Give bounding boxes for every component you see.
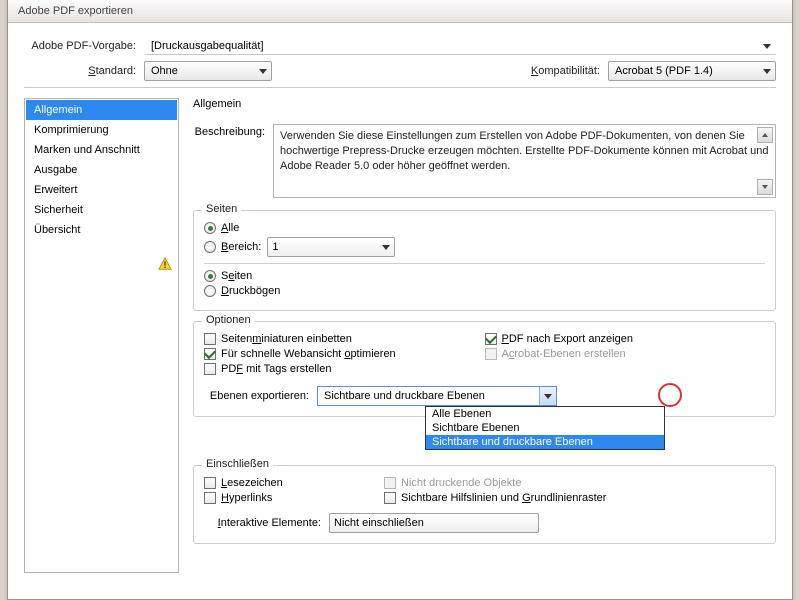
pages-range-radio[interactable] <box>204 241 216 253</box>
scroll-up-button[interactable] <box>757 127 773 143</box>
exportlayers-option-visible-printable[interactable]: Sichtbare und druckbare Ebenen <box>426 435 664 449</box>
triangle-up-icon <box>762 133 768 137</box>
include-group: Einschließen Lesezeichen Hyperlinks Nich… <box>193 465 776 544</box>
hyperlinks-label: Hyperlinks <box>221 492 272 504</box>
standard-value: Ohne <box>151 65 178 77</box>
tagged-label: PDF mit Tags erstellen <box>221 363 331 375</box>
options-group: Optionen Seitenminiaturen einbetten Für … <box>193 321 776 417</box>
general-panel: Allgemein Beschreibung: Verwenden Sie di… <box>193 98 776 573</box>
pages-range-label: Bereich: <box>221 241 261 253</box>
guides-checkbox[interactable] <box>384 492 396 504</box>
interactive-value: Nicht einschließen <box>334 517 424 529</box>
preset-value: [Druckausgabequalität] <box>151 40 264 52</box>
fastweb-label: Für schnelle Webansicht optimieren <box>221 348 396 360</box>
panel-heading: Allgemein <box>193 98 776 110</box>
description-label: Beschreibung: <box>193 124 273 198</box>
standard-select[interactable]: Ohne <box>144 61 272 81</box>
exportlayers-select[interactable]: Sichtbare und druckbare Ebenen <box>317 386 557 406</box>
annotation-circle <box>658 383 682 407</box>
export-pdf-dialog: Adobe PDF exportieren Adobe PDF-Vorgabe:… <box>7 0 793 600</box>
interactive-label: Interaktive Elemente: <box>204 517 329 529</box>
chevron-down-icon <box>763 44 771 49</box>
description-scrollbar[interactable] <box>757 127 773 195</box>
sidebar-item-advanced[interactable]: Erweitert <box>26 180 177 200</box>
viewafter-checkbox[interactable] <box>485 333 497 345</box>
pages-pages-radio[interactable] <box>204 270 216 282</box>
thumbs-checkbox[interactable] <box>204 333 216 345</box>
pages-group-title: Seiten <box>202 203 241 215</box>
description-textarea[interactable]: Verwenden Sie diese Einstellungen zum Er… <box>273 124 776 198</box>
acrobatlayers-checkbox <box>485 348 497 360</box>
category-sidebar: Allgemein Komprimierung Marken und Ansch… <box>24 98 179 573</box>
acrobatlayers-label: Acrobat-Ebenen erstellen <box>502 348 626 360</box>
triangle-down-icon <box>762 185 768 189</box>
bookmarks-checkbox[interactable] <box>204 477 216 489</box>
chevron-down-icon <box>544 394 552 399</box>
pages-pages-label: Seiten <box>221 270 252 282</box>
pages-range-input[interactable]: 1 <box>267 237 395 257</box>
preset-select[interactable]: [Druckausgabequalität] <box>144 37 776 55</box>
nonprinting-label: Nicht druckende Objekte <box>401 477 521 489</box>
exportlayers-label: Ebenen exportieren: <box>204 390 317 402</box>
pages-all-radio[interactable] <box>204 222 216 234</box>
viewafter-label: PDF nach Export anzeigen <box>502 333 633 345</box>
bookmarks-label: Lesezeichen <box>221 477 283 489</box>
chevron-down-icon <box>763 69 771 74</box>
exportlayers-option-visible[interactable]: Sichtbare Ebenen <box>426 421 664 435</box>
thumbs-label: Seitenminiaturen einbetten <box>221 333 352 345</box>
sidebar-item-security[interactable]: Sicherheit <box>26 200 177 220</box>
standard-label: Standard: <box>24 65 144 77</box>
compat-label: Kompatibilität: <box>531 65 608 77</box>
exportlayers-value: Sichtbare und druckbare Ebenen <box>324 390 485 402</box>
scroll-down-button[interactable] <box>757 179 773 195</box>
include-group-title: Einschließen <box>202 458 273 470</box>
chevron-down-icon <box>382 245 390 250</box>
warning-icon <box>158 257 172 271</box>
pages-spreads-label: Druckbögen <box>221 285 280 297</box>
description-text: Verwenden Sie diese Einstellungen zum Er… <box>280 130 769 172</box>
compat-select[interactable]: Acrobat 5 (PDF 1.4) <box>608 61 776 81</box>
window-title: Adobe PDF exportieren <box>18 5 133 17</box>
guides-label: Sichtbare Hilfslinien und Grundlinienras… <box>401 492 606 504</box>
chevron-down-icon <box>259 69 267 74</box>
pages-all-label: Alle <box>221 222 239 234</box>
window-titlebar: Adobe PDF exportieren <box>8 0 792 23</box>
sidebar-item-marks[interactable]: Marken und Anschnitt <box>26 140 177 160</box>
fastweb-checkbox[interactable] <box>204 348 216 360</box>
pages-spreads-radio[interactable] <box>204 285 216 297</box>
pages-range-value: 1 <box>272 241 278 253</box>
preset-label: Adobe PDF-Vorgabe: <box>24 40 144 52</box>
options-group-title: Optionen <box>202 314 255 326</box>
nonprinting-checkbox <box>384 477 396 489</box>
exportlayers-dropdown-list: Alle Ebenen Sichtbare Ebenen Sichtbare u… <box>425 406 665 450</box>
exportlayers-dropdown-button[interactable] <box>539 387 556 405</box>
compat-value: Acrobat 5 (PDF 1.4) <box>615 65 713 77</box>
sidebar-item-compression[interactable]: Komprimierung <box>26 120 177 140</box>
sidebar-item-summary[interactable]: Übersicht <box>26 220 177 240</box>
sidebar-item-output[interactable]: Ausgabe <box>26 160 177 180</box>
hyperlinks-checkbox[interactable] <box>204 492 216 504</box>
tagged-checkbox[interactable] <box>204 363 216 375</box>
exportlayers-option-all[interactable]: Alle Ebenen <box>426 407 664 421</box>
pages-group: Seiten Alle Bereich: 1 <box>193 210 776 311</box>
interactive-select[interactable]: Nicht einschließen <box>329 513 539 533</box>
sidebar-item-general[interactable]: Allgemein <box>26 100 177 120</box>
